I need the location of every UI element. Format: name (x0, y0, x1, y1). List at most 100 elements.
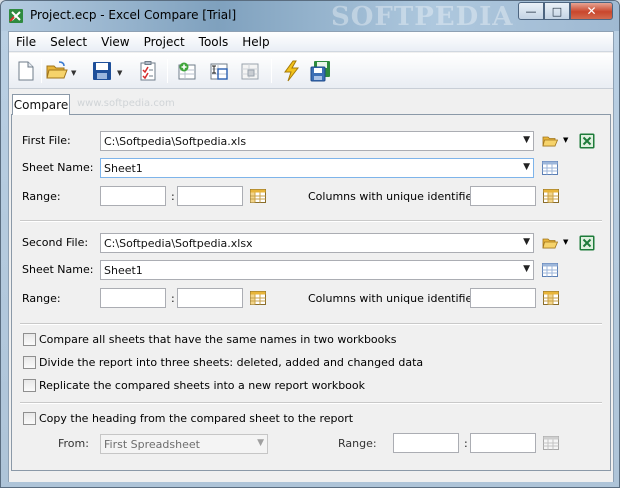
excel-icon[interactable] (579, 235, 595, 251)
range-separator: : (171, 292, 175, 305)
chevron-down-icon: ▼ (523, 135, 530, 145)
from-combo[interactable]: First Spreadsheet ▼ (100, 434, 268, 454)
open-folder-icon[interactable] (542, 133, 558, 149)
open-dropdown-arrow-icon[interactable]: ▼ (71, 69, 76, 77)
first-file-label: First File: (22, 134, 71, 147)
compare-same-names-label: Compare all sheets that have the same na… (39, 333, 397, 346)
toolbar-separator (167, 59, 168, 83)
second-file-label: Second File: (22, 236, 89, 249)
menu-project[interactable]: Project (137, 35, 192, 49)
browse-dropdown-arrow-icon[interactable]: ▼ (563, 238, 568, 246)
range-separator: : (171, 190, 175, 203)
divide-report-checkbox[interactable] (23, 356, 36, 369)
open-folder-icon (46, 61, 68, 79)
tab-watermark: www.softpedia.com (77, 98, 175, 109)
from-label: From: (58, 437, 89, 450)
toolbar: ▼ ▼ (9, 53, 613, 89)
second-range-end-input[interactable] (177, 288, 243, 308)
chevron-down-icon: ▼ (523, 162, 530, 172)
save-report-button[interactable] (310, 59, 332, 83)
second-range-start-input[interactable] (100, 288, 166, 308)
save-disk-icon (93, 62, 111, 80)
checklist-icon (140, 61, 156, 81)
select-range-button[interactable] (208, 59, 230, 83)
chevron-down-icon: ▼ (257, 438, 264, 448)
first-file-combo[interactable]: C:\Softpedia\Softpedia.xls ▼ (100, 131, 534, 151)
heading-range-end-input[interactable] (470, 433, 536, 453)
select-range-icon (210, 63, 228, 80)
minimize-button[interactable]: — (518, 2, 544, 20)
range-picker-icon[interactable] (250, 188, 266, 204)
new-file-icon (18, 61, 34, 81)
lightning-icon (284, 60, 300, 82)
watermark-logo: SOFTPEDIA (331, 2, 514, 32)
menu-select[interactable]: Select (43, 35, 94, 49)
sheet-grid-icon[interactable] (542, 160, 558, 176)
menu-tools[interactable]: Tools (192, 35, 236, 49)
second-range-label: Range: (22, 292, 61, 305)
compare-panel: First File: C:\Softpedia\Softpedia.xls ▼… (11, 114, 611, 471)
compare-same-names-checkbox[interactable] (23, 333, 36, 346)
section-divider (20, 402, 602, 404)
range-separator: : (464, 437, 468, 450)
first-range-end-input[interactable] (177, 186, 243, 206)
first-range-start-input[interactable] (100, 186, 166, 206)
copy-heading-label: Copy the heading from the compared sheet… (39, 412, 354, 425)
heading-range-label: Range: (338, 437, 377, 450)
replicate-sheets-label: Replicate the compared sheets into a new… (39, 379, 366, 392)
clear-icon (241, 63, 259, 80)
first-sheet-label: Sheet Name: (22, 161, 94, 174)
section-divider (20, 323, 602, 325)
tab-compare[interactable]: Compare (12, 94, 70, 115)
clear-button[interactable] (239, 59, 261, 83)
toolbar-separator (41, 59, 42, 83)
second-sheet-label: Sheet Name: (22, 263, 94, 276)
range-picker-icon[interactable] (543, 435, 559, 451)
excel-icon[interactable] (579, 133, 595, 149)
window-controls: — □ ✕ (518, 2, 613, 22)
app-icon (9, 9, 23, 23)
client-area: File Select View Project Tools Help ▼ ▼ … (8, 31, 614, 482)
column-picker-icon[interactable] (543, 188, 559, 204)
range-picker-icon[interactable] (250, 290, 266, 306)
menu-bar: File Select View Project Tools Help (9, 32, 613, 52)
add-sheet-button[interactable] (176, 59, 198, 83)
save-button[interactable] (91, 59, 113, 83)
new-button[interactable] (15, 59, 37, 83)
save-report-icon (310, 61, 330, 82)
second-sheet-combo[interactable]: Sheet1 ▼ (100, 260, 534, 280)
add-sheet-icon (178, 62, 196, 80)
second-file-combo[interactable]: C:\Softpedia\Softpedia.xlsx ▼ (100, 233, 534, 253)
column-picker-icon[interactable] (543, 290, 559, 306)
menu-file[interactable]: File (9, 35, 43, 49)
toolbar-separator (271, 59, 272, 83)
first-unique-label: Columns with unique identifier: (308, 190, 481, 203)
app-window: Project.ecp - Excel Compare [Trial] SOFT… (0, 0, 620, 488)
divide-report-label: Divide the report into three sheets: del… (39, 356, 424, 369)
browse-dropdown-arrow-icon[interactable]: ▼ (563, 136, 568, 144)
maximize-button[interactable]: □ (544, 2, 570, 20)
title-bar[interactable]: Project.ecp - Excel Compare [Trial] SOFT… (1, 1, 619, 32)
window-title: Project.ecp - Excel Compare [Trial] (30, 8, 237, 22)
second-unique-label: Columns with unique identifier: (308, 292, 481, 305)
heading-range-start-input[interactable] (393, 433, 459, 453)
close-button[interactable]: ✕ (570, 2, 613, 20)
compare-button[interactable] (280, 59, 302, 83)
first-range-label: Range: (22, 190, 61, 203)
tab-container: Compare www.softpedia.com First File: C:… (9, 90, 613, 482)
open-button[interactable] (46, 59, 68, 83)
section-divider (20, 220, 602, 222)
open-folder-icon[interactable] (542, 235, 558, 251)
options-button[interactable] (137, 59, 159, 83)
second-unique-input[interactable] (470, 288, 536, 308)
first-sheet-combo[interactable]: Sheet1 ▼ (100, 158, 534, 178)
menu-help[interactable]: Help (235, 35, 276, 49)
menu-view[interactable]: View (94, 35, 136, 49)
copy-heading-checkbox[interactable] (23, 412, 36, 425)
save-dropdown-arrow-icon[interactable]: ▼ (117, 69, 122, 77)
chevron-down-icon: ▼ (523, 264, 530, 274)
replicate-sheets-checkbox[interactable] (23, 379, 36, 392)
chevron-down-icon: ▼ (523, 237, 530, 247)
first-unique-input[interactable] (470, 186, 536, 206)
sheet-grid-icon[interactable] (542, 262, 558, 278)
